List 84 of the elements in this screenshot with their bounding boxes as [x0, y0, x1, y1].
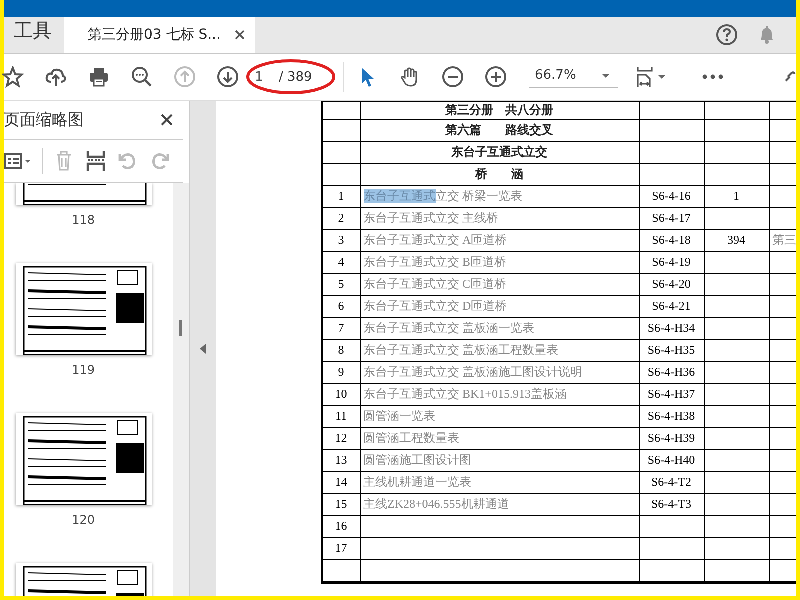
- row-number-cell: 11: [322, 406, 360, 428]
- row-number-cell: 3: [322, 230, 360, 252]
- code-cell: S6-4-H34: [639, 318, 704, 340]
- title-cell[interactable]: 圆管涵一览表: [360, 406, 639, 428]
- panel-title: 页面缩略图: [4, 110, 85, 130]
- row-number-cell: 7: [322, 318, 360, 340]
- close-icon[interactable]: [234, 30, 245, 40]
- code-cell: S6-4-17: [639, 208, 704, 230]
- title-cell[interactable]: 东台子互通式立交 B匝道桥: [360, 252, 639, 274]
- zoom-out-icon[interactable]: [442, 66, 464, 88]
- title-cell[interactable]: 东台子互通式立交 D匝道桥: [360, 296, 639, 318]
- title-cell[interactable]: 主线机耕通道一览表: [360, 472, 639, 494]
- code-cell: S6-4-H35: [639, 340, 704, 362]
- search-icon[interactable]: [131, 66, 153, 88]
- row-number-cell: 10: [322, 384, 360, 406]
- help-icon[interactable]: [716, 24, 738, 46]
- close-icon[interactable]: [159, 112, 176, 128]
- heading-cell: 第六篇 路线交叉: [360, 120, 639, 142]
- title-cell[interactable]: 东台子互通式立交 主线桥: [360, 208, 639, 230]
- code-cell: S6-4-T2: [639, 472, 704, 494]
- row-number-cell: 9: [322, 362, 360, 384]
- code-cell: S6-4-T3: [639, 494, 704, 516]
- code-cell: S6-4-18: [639, 230, 704, 252]
- code-cell: S6-4-H40: [639, 450, 704, 472]
- title-cell[interactable]: 圆管涵施工图设计图: [360, 450, 639, 472]
- heading-cell: 桥 涵: [360, 164, 639, 186]
- code-cell: S6-4-19: [639, 252, 704, 274]
- page-number-field[interactable]: 1: [251, 70, 269, 84]
- print-icon[interactable]: [88, 66, 110, 88]
- document-tab[interactable]: 第三分册03 七标 S...: [64, 17, 255, 53]
- row-number-cell: 12: [322, 428, 360, 450]
- row-number-cell: 5: [322, 274, 360, 296]
- row-number-cell: 4: [322, 252, 360, 274]
- collapse-icon[interactable]: [200, 344, 206, 354]
- page-thumbnail[interactable]: [16, 263, 152, 355]
- row-number-cell: 14: [322, 472, 360, 494]
- row-number-cell: 1: [322, 186, 360, 208]
- more-icon[interactable]: [702, 74, 724, 80]
- code-cell: S6-4-16: [639, 186, 704, 208]
- code-cell: S6-4-H37: [639, 384, 704, 406]
- heading-cell: 东台子互通式立交: [360, 142, 639, 164]
- row-number-cell: 17: [322, 538, 360, 560]
- title-cell[interactable]: 东台子互通式立交 盖板涵一览表: [360, 318, 639, 340]
- page-number-label: 120: [72, 513, 96, 527]
- row-number-cell: 2: [322, 208, 360, 230]
- zoom-value: 66.7%: [535, 68, 576, 83]
- table-cell: 1: [704, 186, 769, 208]
- tools-tab[interactable]: 工具: [4, 18, 64, 52]
- zoom-dropdown[interactable]: 66.7%: [529, 66, 618, 88]
- page-thumbnail[interactable]: [16, 413, 152, 505]
- cloud-upload-icon[interactable]: [45, 66, 67, 88]
- title-cell[interactable]: 东台子互通式立交 盖板涵工程数量表: [360, 340, 639, 362]
- code-cell: S6-4-21: [639, 296, 704, 318]
- page-number-label: 119: [72, 363, 96, 377]
- page-total: / 389: [279, 70, 312, 84]
- code-cell: S6-4-H39: [639, 428, 704, 450]
- title-cell[interactable]: 东台子互通式立交 盖板涵施工图设计说明: [360, 362, 639, 384]
- title-cell[interactable]: 东台子互通式立交 C匝道桥: [360, 274, 639, 296]
- code-cell: S6-4-20: [639, 274, 704, 296]
- page-thumbnail[interactable]: [16, 183, 152, 205]
- insert-page-icon[interactable]: [85, 150, 107, 172]
- zoom-in-icon[interactable]: [485, 66, 507, 88]
- row-number-cell: 6: [322, 296, 360, 318]
- row-number-cell: 16: [322, 516, 360, 538]
- link-icon[interactable]: [784, 71, 796, 83]
- row-number-cell: 13: [322, 450, 360, 472]
- page-thumbnail[interactable]: [16, 563, 152, 596]
- caret-icon[interactable]: [658, 75, 666, 79]
- title-cell[interactable]: 圆管涵工程数量表: [360, 428, 639, 450]
- row-number-cell: 8: [322, 340, 360, 362]
- row-number-cell: 15: [322, 494, 360, 516]
- title-cell[interactable]: 东台子互通式立交 BK1+015.913盖板涵: [360, 384, 639, 406]
- caret-icon: [602, 74, 610, 78]
- title-cell[interactable]: 东台子互通式立交 A匝道桥: [360, 230, 639, 252]
- table-cell: 394: [704, 230, 769, 252]
- title-cell[interactable]: 主线ZK28+046.555机耕通道: [360, 494, 639, 516]
- heading-cell: 第三分册 共八分册: [360, 102, 639, 120]
- scrollbar[interactable]: [173, 183, 190, 596]
- fit-page-icon[interactable]: [636, 66, 654, 88]
- options-menu-icon[interactable]: [4, 150, 32, 172]
- star-icon[interactable]: [2, 66, 24, 88]
- code-cell: S6-4-H38: [639, 406, 704, 428]
- page-number-label: 118: [72, 213, 96, 227]
- code-cell: S6-4-H36: [639, 362, 704, 384]
